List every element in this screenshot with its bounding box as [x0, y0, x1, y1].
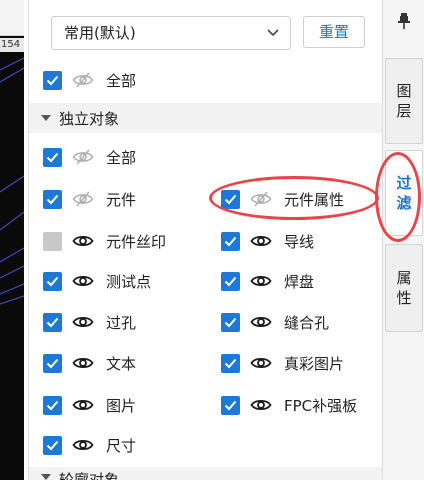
section-title: 轮廓对象: [59, 471, 120, 480]
filter-label: 焊盘: [284, 272, 315, 291]
checkbox-image[interactable]: [43, 395, 62, 415]
reset-button[interactable]: 重置: [303, 16, 365, 48]
tab-char: 性: [396, 289, 412, 307]
filter-row-all[interactable]: 全部: [43, 66, 136, 94]
tab-char: 图: [396, 82, 412, 100]
checkbox-true-color-image[interactable]: [221, 353, 240, 373]
filter-row-pad[interactable]: 焊盘: [221, 267, 314, 295]
preset-dropdown-value: 常用(默认): [64, 24, 136, 42]
eye-icon[interactable]: [72, 233, 94, 249]
caret-down-icon: [41, 115, 51, 121]
filter-row-fpc-stiffener[interactable]: FPC补强板: [221, 391, 357, 419]
filter-label: 真彩图片: [284, 354, 345, 373]
section-header-outline[interactable]: 轮廓对象: [29, 467, 383, 480]
tab-layers[interactable]: 图 层: [385, 58, 423, 144]
filter-row-true-color-image[interactable]: 真彩图片: [221, 349, 344, 377]
eye-slash-icon[interactable]: [250, 191, 272, 207]
eye-icon[interactable]: [72, 314, 94, 330]
eye-slash-icon[interactable]: [72, 149, 94, 165]
eye-icon[interactable]: [250, 397, 272, 413]
filter-label: 文本: [106, 354, 137, 373]
filter-row-silkscreen[interactable]: 元件丝印: [43, 227, 166, 255]
ruler-corner: [0, 0, 24, 36]
filter-row-stitching-via[interactable]: 缝合孔: [221, 308, 329, 336]
checkbox-text[interactable]: [43, 353, 62, 373]
filter-label: 元件丝印: [106, 232, 167, 251]
checkbox-test-point[interactable]: [43, 271, 62, 291]
checkbox-pad[interactable]: [221, 271, 240, 291]
side-tab-bar: 图 层 过 滤 属 性: [375, 0, 424, 480]
filter-row-component[interactable]: 元件: [43, 185, 136, 213]
checkbox-all[interactable]: [43, 70, 62, 90]
filter-label: 尺寸: [106, 436, 137, 455]
checkbox-fpc-stiffener[interactable]: [221, 395, 240, 415]
checkbox-silkscreen[interactable]: [43, 231, 62, 251]
preset-dropdown[interactable]: 常用(默认): [51, 16, 291, 50]
filter-label: 图片: [106, 396, 137, 415]
filter-row-test-point[interactable]: 测试点: [43, 267, 151, 295]
filter-label: 导线: [284, 232, 315, 251]
chevron-down-icon: [267, 29, 279, 37]
eye-icon[interactable]: [250, 233, 272, 249]
eye-icon[interactable]: [250, 314, 272, 330]
filter-label: 元件: [106, 190, 137, 209]
checkbox-section-all[interactable]: [43, 147, 62, 167]
tab-char: 属: [396, 269, 412, 287]
filter-label: 全部: [106, 71, 137, 90]
checkbox-stitching-via[interactable]: [221, 312, 240, 332]
caret-down-icon: [41, 474, 51, 480]
filter-label: 元件属性: [284, 190, 345, 209]
filter-row-dimension[interactable]: 尺寸: [43, 431, 136, 459]
pcb-canvas-edge[interactable]: 154: [0, 0, 24, 480]
checkbox-component[interactable]: [43, 189, 62, 209]
canvas-traces: [0, 57, 24, 305]
filter-label: 缝合孔: [284, 313, 330, 332]
tab-properties[interactable]: 属 性: [385, 244, 423, 332]
eye-icon[interactable]: [72, 355, 94, 371]
filter-label: 测试点: [106, 272, 152, 291]
ruler-number: 154: [0, 38, 24, 52]
filter-row-text[interactable]: 文本: [43, 349, 136, 377]
filter-label: 全部: [106, 148, 137, 167]
filter-row-component-attribute[interactable]: 元件属性: [221, 185, 344, 213]
eye-icon[interactable]: [72, 437, 94, 453]
checkbox-dimension[interactable]: [43, 435, 62, 455]
eye-slash-icon[interactable]: [72, 191, 94, 207]
tab-char: 滤: [396, 194, 412, 212]
eye-icon[interactable]: [72, 397, 94, 413]
tab-char: 过: [396, 174, 412, 192]
section-header-independent[interactable]: 独立对象: [29, 103, 383, 133]
filter-label: 过孔: [106, 313, 137, 332]
filter-row-via[interactable]: 过孔: [43, 308, 136, 336]
eye-icon[interactable]: [250, 355, 272, 371]
filter-row-track[interactable]: 导线: [221, 227, 314, 255]
tab-filter[interactable]: 过 滤: [385, 150, 423, 236]
checkbox-via[interactable]: [43, 312, 62, 332]
eye-icon[interactable]: [72, 273, 94, 289]
pin-icon[interactable]: [397, 12, 411, 30]
eye-icon[interactable]: [250, 273, 272, 289]
checkbox-track[interactable]: [221, 231, 240, 251]
filter-row-section-all[interactable]: 全部: [43, 143, 136, 171]
eye-slash-icon[interactable]: [72, 72, 94, 88]
section-title: 独立对象: [59, 109, 120, 128]
tab-char: 层: [396, 102, 412, 120]
checkbox-component-attribute[interactable]: [221, 189, 240, 209]
filter-panel: 常用(默认) 重置 全部 独立对象 全部 元件 元件属性 元件丝印 导线 测试点…: [28, 0, 383, 480]
filter-label: FPC补强板: [284, 396, 358, 415]
filter-row-image[interactable]: 图片: [43, 391, 136, 419]
